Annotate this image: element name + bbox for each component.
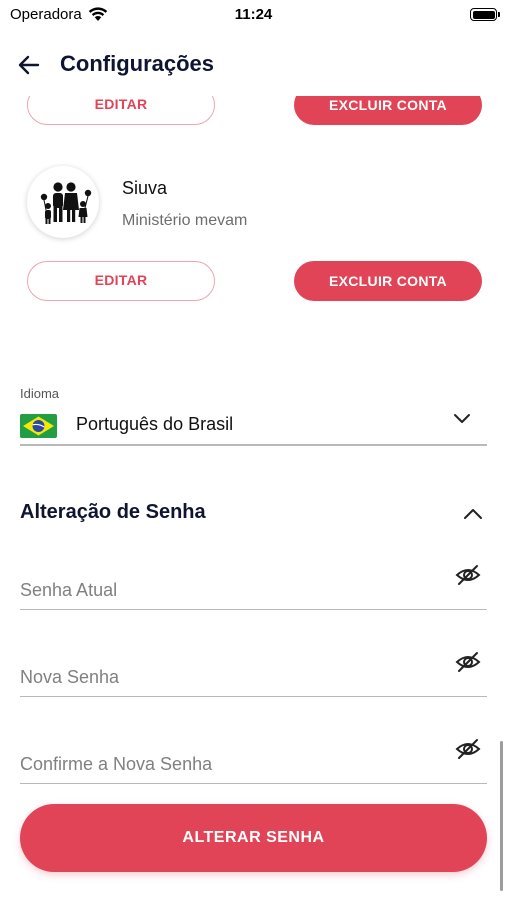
divider (20, 444, 487, 446)
delete-account-button[interactable]: EXCLUIR CONTA (294, 96, 482, 125)
eye-off-icon[interactable] (455, 736, 481, 762)
family-icon (40, 182, 92, 224)
current-password-placeholder: Senha Atual (20, 580, 118, 600)
chevron-up-icon[interactable] (462, 504, 484, 524)
new-password-placeholder: Nova Senha (20, 667, 120, 687)
battery-icon (470, 8, 500, 21)
status-bar: Operadora 11:24 (0, 0, 507, 30)
delete-account-button[interactable]: EXCLUIR CONTA (294, 261, 482, 301)
chevron-down-icon[interactable] (452, 408, 472, 428)
eye-off-icon[interactable] (455, 649, 481, 675)
clock: 11:24 (234, 6, 273, 23)
brazil-flag-icon (20, 414, 57, 438)
language-select[interactable]: Português do Brasil (76, 414, 233, 435)
section-title: Alteração de Senha (20, 501, 206, 523)
settings-content[interactable]: EDITAR EXCLUIR CONTA Siuva Ministério me… (0, 96, 507, 900)
account-name: Siuva (122, 178, 168, 198)
divider (20, 782, 487, 784)
page-title: Configurações (60, 51, 215, 76)
arrow-left-icon[interactable] (16, 52, 42, 78)
avatar (27, 166, 99, 238)
confirm-password-placeholder: Confirme a Nova Senha (20, 754, 213, 774)
current-password-field[interactable]: Senha Atual (20, 562, 487, 610)
nav-header: Configurações (0, 44, 507, 84)
divider (20, 608, 487, 610)
edit-account-button[interactable]: EDITAR (27, 96, 215, 125)
scrollbar[interactable] (500, 741, 503, 891)
confirm-password-field[interactable]: Confirme a Nova Senha (20, 736, 487, 784)
change-password-button[interactable]: ALTERAR SENHA (20, 804, 487, 872)
edit-account-button[interactable]: EDITAR (27, 261, 215, 301)
divider (20, 695, 487, 697)
eye-off-icon[interactable] (455, 562, 481, 588)
new-password-field[interactable]: Nova Senha (20, 649, 487, 697)
account-subtitle: Ministério mevam (122, 212, 248, 229)
language-label: Idioma (20, 386, 60, 401)
